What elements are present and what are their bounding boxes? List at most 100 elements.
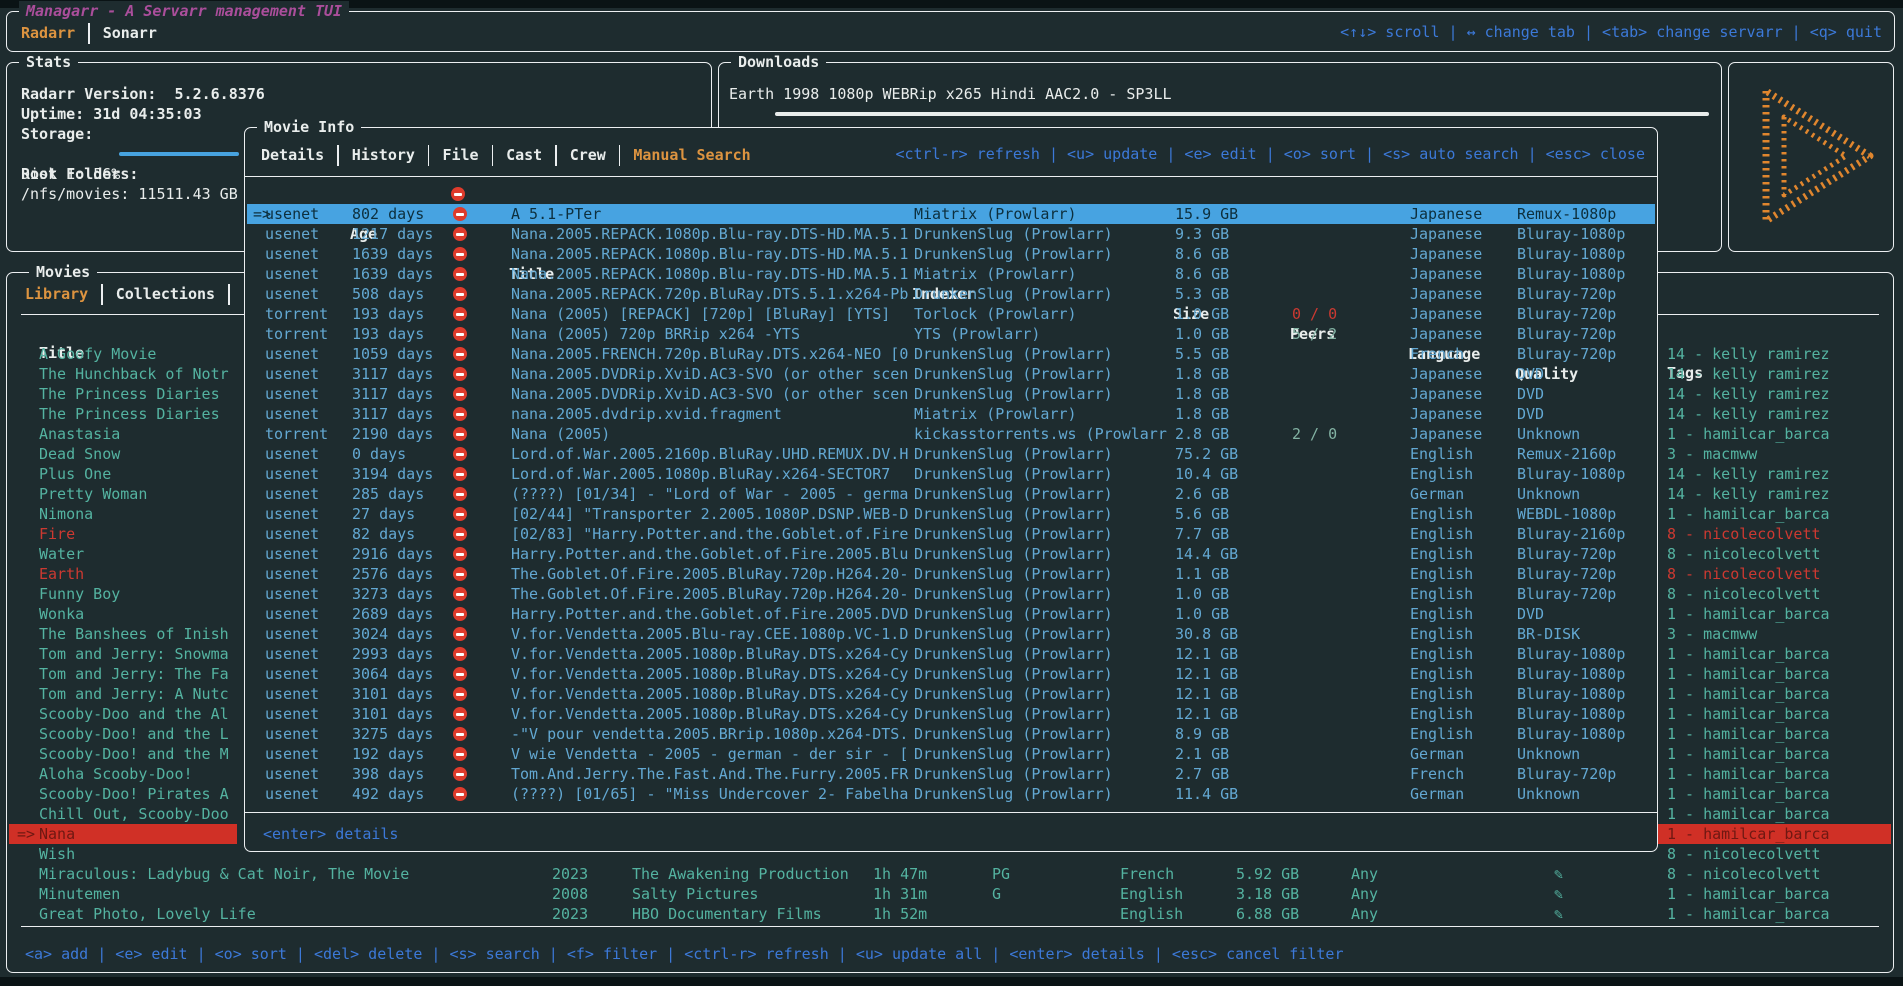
search-result-row[interactable]: torrent2190 daysNana (2005)kickasstorren… — [247, 424, 1655, 444]
app-title: Managarr - A Servarr management TUI — [19, 1, 349, 21]
movie-list-item[interactable]: Great Photo, Lovely Life2023HBO Document… — [7, 904, 1893, 924]
movie-list-item[interactable]: Minutemen2008Salty Pictures1h 31mGEnglis… — [7, 884, 1893, 904]
result-size: 1.0 GB — [1175, 584, 1229, 604]
search-result-row[interactable]: usenet3024 daysV.for.Vendetta.2005.Blu-r… — [247, 624, 1655, 644]
result-size: 1.8 GB — [1175, 364, 1229, 384]
result-size: 2.1 GB — [1175, 744, 1229, 764]
result-size: 8.6 GB — [1175, 244, 1229, 264]
result-age: 3194 days — [352, 464, 433, 484]
result-size: 8.6 GB — [1175, 264, 1229, 284]
movie-title: Water — [39, 544, 84, 564]
search-result-row[interactable]: usenet1639 daysNana.2005.REPACK.1080p.Bl… — [247, 264, 1655, 284]
search-result-row[interactable]: =>usenet802 daysA 5.1-PTerMiatrix (Prowl… — [247, 204, 1655, 224]
result-quality: WEBDL-1080p — [1517, 504, 1616, 524]
result-age: 82 days — [352, 524, 415, 544]
movie-year: 2023 — [552, 904, 588, 924]
result-title: Lord.of.War.2005.2160p.BluRay.UHD.REMUX.… — [511, 444, 908, 464]
rejected-icon — [453, 767, 467, 781]
search-result-row[interactable]: usenet0 daysLord.of.War.2005.2160p.BluRa… — [247, 444, 1655, 464]
search-result-row[interactable]: usenet82 days[02/83] "Harry.Potter.and.t… — [247, 524, 1655, 544]
tab-library[interactable]: Library — [25, 284, 88, 304]
search-result-row[interactable]: usenet1639 daysNana.2005.REPACK.1080p.Bl… — [247, 244, 1655, 264]
result-age: 2916 days — [352, 544, 433, 564]
result-quality: Bluray-1080p — [1517, 244, 1625, 264]
search-result-row[interactable]: usenet1217 daysNana.2005.REPACK.1080p.Bl… — [247, 224, 1655, 244]
search-result-row[interactable]: usenet3101 daysV.for.Vendetta.2005.1080p… — [247, 704, 1655, 724]
result-size: 11.4 GB — [1175, 784, 1238, 804]
result-indexer: DrunkenSlug (Prowlarr) — [914, 604, 1113, 624]
search-result-row[interactable]: usenet3117 daysnana.2005.dvdrip.xvid.fra… — [247, 404, 1655, 424]
tab-cast[interactable]: Cast — [506, 145, 542, 165]
result-title: V.for.Vendetta.2005.1080p.BluRay.DTS.x26… — [511, 684, 908, 704]
stats-panel-title: Stats — [19, 52, 78, 72]
movie-title: Funny Boy — [39, 584, 120, 604]
search-result-row[interactable]: usenet3101 daysV.for.Vendetta.2005.1080p… — [247, 684, 1655, 704]
result-source: usenet — [265, 384, 319, 404]
movie-language: French — [1120, 864, 1174, 884]
search-result-row[interactable]: usenet285 days(????) [01/34] - "Lord of … — [247, 484, 1655, 504]
result-indexer: Torlock (Prowlarr) — [914, 304, 1077, 324]
tab-file[interactable]: File — [442, 145, 478, 165]
result-indexer: DrunkenSlug (Prowlarr) — [914, 684, 1113, 704]
search-result-row[interactable]: usenet3194 daysLord.of.War.2005.1080p.Bl… — [247, 464, 1655, 484]
search-result-row[interactable]: torrent193 daysNana (2005) [REPACK] [720… — [247, 304, 1655, 324]
downloads-panel-title: Downloads — [731, 52, 826, 72]
result-indexer: DrunkenSlug (Prowlarr) — [914, 484, 1113, 504]
search-result-row[interactable]: usenet2916 daysHarry.Potter.and.the.Gobl… — [247, 544, 1655, 564]
tab-manual-search[interactable]: Manual Search — [633, 145, 750, 165]
movie-info-tabs: Details History File Cast Crew Manual Se… — [261, 145, 751, 165]
tab-history[interactable]: History — [352, 145, 415, 165]
search-result-row[interactable]: usenet2689 daysHarry.Potter.and.the.Gobl… — [247, 604, 1655, 624]
tab-details[interactable]: Details — [261, 145, 324, 165]
search-result-row[interactable]: usenet192 daysV wie Vendetta - 2005 - ge… — [247, 744, 1655, 764]
result-title: A 5.1-PTer — [511, 204, 601, 224]
result-title: The.Goblet.Of.Fire.2005.BluRay.720p.H264… — [511, 584, 908, 604]
movie-title: The Banshees of Inish — [39, 624, 229, 644]
result-age: 2689 days — [352, 604, 433, 624]
search-result-row[interactable]: usenet492 days(????) [01/65] - "Miss Und… — [247, 784, 1655, 804]
search-result-row[interactable]: torrent193 daysNana (2005) 720p BRRip x2… — [247, 324, 1655, 344]
result-quality: Bluray-1080p — [1517, 644, 1625, 664]
radarr-version: Radarr Version: 5.2.6.8376 — [21, 84, 265, 104]
result-quality: Bluray-720p — [1517, 544, 1616, 564]
result-size: 15.9 GB — [1175, 204, 1238, 224]
result-quality: DVD — [1517, 364, 1544, 384]
result-peers: 2 / 0 — [1292, 424, 1337, 444]
rejected-icon — [453, 587, 467, 601]
result-title: Nana.2005.REPACK.1080p.Blu-ray.DTS-HD.MA… — [511, 224, 908, 244]
tab-sonarr[interactable]: Sonarr — [103, 23, 157, 43]
movie-list-item[interactable]: Miraculous: Ladybug & Cat Noir, The Movi… — [7, 864, 1893, 884]
search-result-row[interactable]: usenet1059 daysNana.2005.FRENCH.720p.Blu… — [247, 344, 1655, 364]
result-age: 3101 days — [352, 684, 433, 704]
rejected-icon — [453, 207, 467, 221]
tag-pen-icon: ✎ — [1554, 864, 1563, 884]
tab-radarr[interactable]: Radarr — [21, 23, 75, 43]
result-source: usenet — [265, 204, 319, 224]
keybar-divider — [21, 926, 1879, 927]
result-age: 2576 days — [352, 564, 433, 584]
search-result-row[interactable]: usenet2993 daysV.for.Vendetta.2005.1080p… — [247, 644, 1655, 664]
search-result-row[interactable]: usenet27 days[02/44] "Transporter 2.2005… — [247, 504, 1655, 524]
search-result-row[interactable]: usenet3273 daysThe.Goblet.Of.Fire.2005.B… — [247, 584, 1655, 604]
tab-collections[interactable]: Collections — [116, 284, 215, 304]
rejected-icon — [453, 387, 467, 401]
search-result-row[interactable]: usenet508 daysNana.2005.REPACK.720p.BluR… — [247, 284, 1655, 304]
result-quality: Bluray-720p — [1517, 284, 1616, 304]
tab-crew[interactable]: Crew — [570, 145, 606, 165]
result-quality: Bluray-720p — [1517, 324, 1616, 344]
search-result-row[interactable]: usenet3117 daysNana.2005.DVDRip.XviD.AC3… — [247, 384, 1655, 404]
search-result-row[interactable]: usenet2576 daysThe.Goblet.Of.Fire.2005.B… — [247, 564, 1655, 584]
search-result-row[interactable]: usenet398 daysTom.And.Jerry.The.Fast.And… — [247, 764, 1655, 784]
search-result-row[interactable]: usenet3117 daysNana.2005.DVDRip.XviD.AC3… — [247, 364, 1655, 384]
result-title: Harry.Potter.and.the.Goblet.of.Fire.2005… — [511, 604, 908, 624]
result-title: Nana (2005) — [511, 424, 610, 444]
result-age: 3117 days — [352, 384, 433, 404]
search-result-row[interactable]: usenet3275 days-"V pour vendetta.2005.BR… — [247, 724, 1655, 744]
modal-title: Movie Info — [257, 117, 361, 137]
uptime: Uptime: 31d 04:35:03 — [21, 104, 202, 124]
result-size: 1.0 GB — [1175, 604, 1229, 624]
result-source: usenet — [265, 244, 319, 264]
download-progress-track — [775, 112, 1709, 116]
movie-tag: 1 - hamilcar_barca — [1667, 744, 1830, 764]
search-result-row[interactable]: usenet3064 daysV.for.Vendetta.2005.1080p… — [247, 664, 1655, 684]
